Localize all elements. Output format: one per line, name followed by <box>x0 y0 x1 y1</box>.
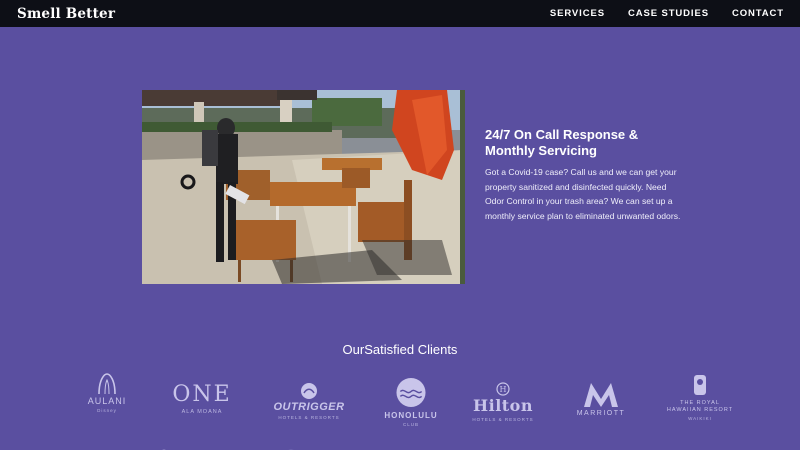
feature-title: 24/7 On Call Response & Monthly Servicin… <box>485 127 639 158</box>
client-logo-royal-hawaiian: THE ROYAL HAWAIIAN RESORT WAIKIKI <box>650 372 750 427</box>
nav-link-contact[interactable]: CONTACT <box>732 8 784 19</box>
client-logo-outrigger: OUTRIGGER HOTELS & RESORTS <box>259 372 359 427</box>
nav-link-services[interactable]: SERVICES <box>550 8 605 19</box>
outrigger-icon <box>301 383 317 399</box>
client-logo-hilton: H Hilton HOTELS & RESORTS <box>453 372 553 427</box>
client-logo-honolulu-club: HONOLULU CLUB <box>361 372 461 427</box>
feature-text-block: 24/7 On Call Response & Monthly Servicin… <box>485 127 685 223</box>
m-icon <box>584 383 618 407</box>
brand-logo[interactable]: Smell Better <box>17 6 115 22</box>
crest-icon <box>694 375 706 395</box>
wave-circle-icon <box>396 377 426 408</box>
hilton-icon: H <box>496 382 510 396</box>
client-logo-marriott: MARRIOTT <box>551 372 651 427</box>
next-logo-row-peek <box>0 442 800 450</box>
feature-photo <box>142 90 465 284</box>
client-logo-aulani: AULANI Disney <box>57 372 157 427</box>
svg-text:H: H <box>500 385 507 394</box>
arch-icon <box>98 373 116 394</box>
clients-heading: OurSatisfied Clients <box>342 342 458 357</box>
feature-body: Got a Covid-19 case? Call us and we can … <box>485 167 681 221</box>
top-nav: Smell Better SERVICES CASE STUDIES CONTA… <box>0 0 800 27</box>
nav-link-case-studies[interactable]: CASE STUDIES <box>628 8 709 19</box>
client-logo-one-ala-moana: ONE ALA MOANA <box>172 382 232 416</box>
main-menu: SERVICES CASE STUDIES CONTACT <box>527 8 784 19</box>
client-logos: AULANI Disney ONE ALA MOANA OUTRIGGER HO… <box>0 372 800 427</box>
